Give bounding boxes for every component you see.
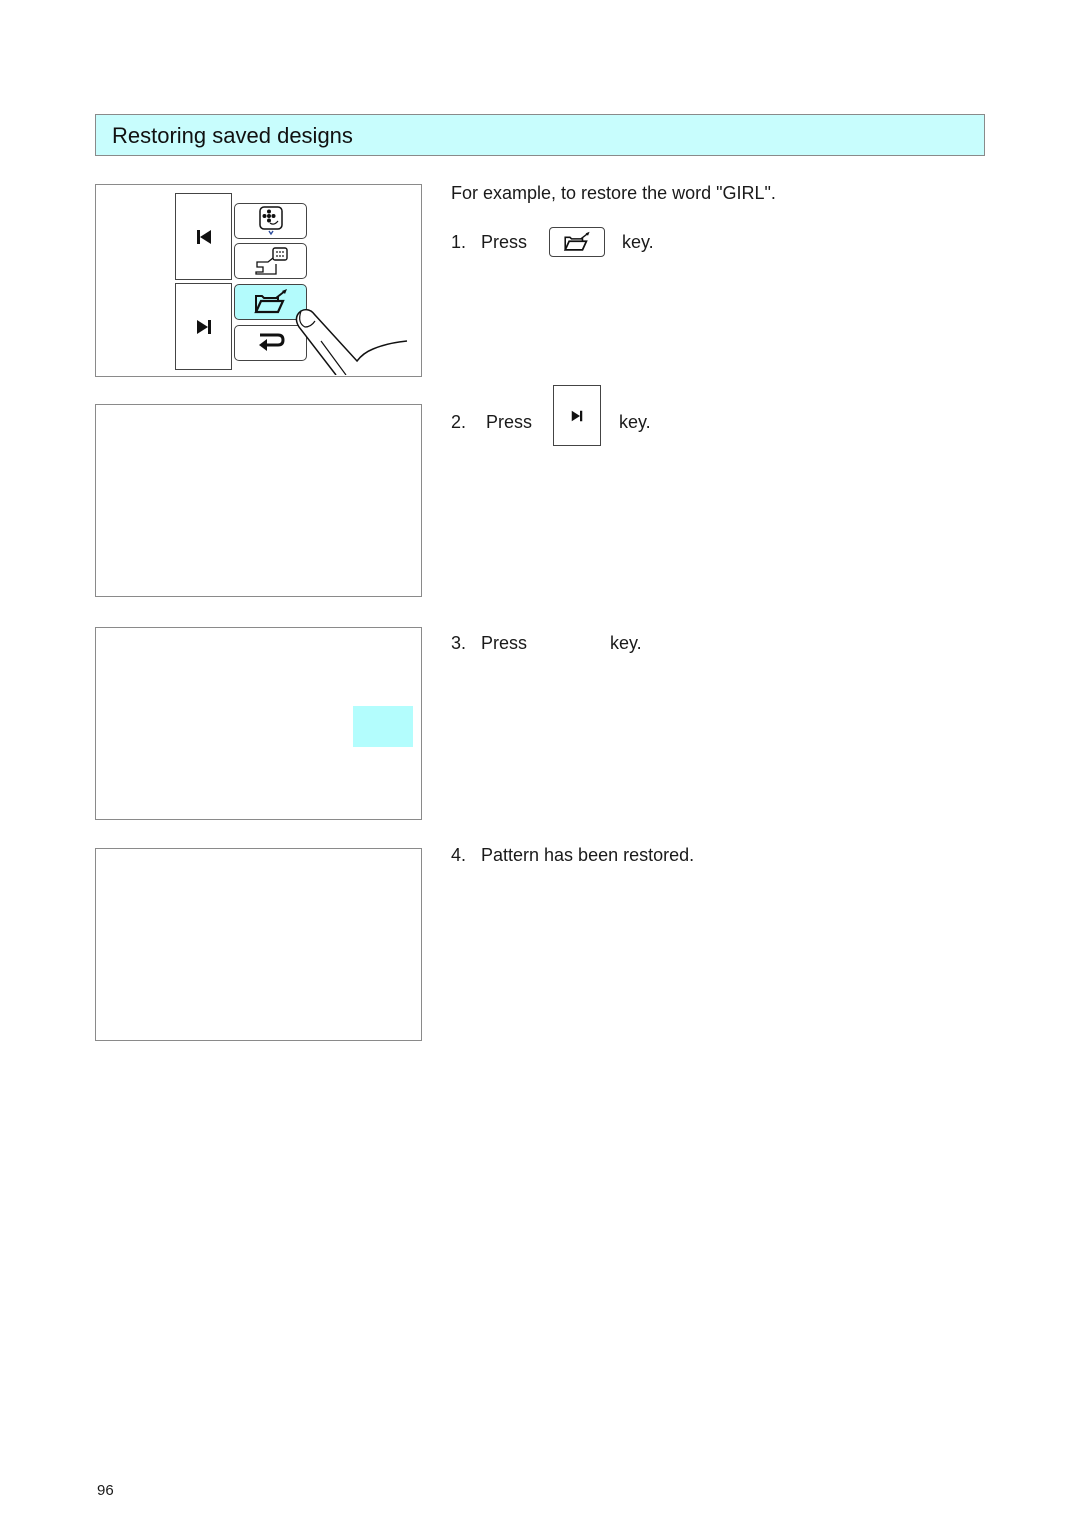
highlighted-key-area[interactable] [353, 706, 413, 747]
step-3-suffix: key. [610, 633, 642, 653]
skip-forward-icon [571, 410, 583, 422]
intro-text: For example, to restore the word "GIRL". [451, 183, 776, 203]
step-2-verb: Press [486, 412, 533, 432]
finger-pointer-icon [295, 308, 408, 375]
skip-forward-key[interactable] [175, 283, 232, 370]
screen-panel-step2 [95, 404, 422, 597]
embroidery-key[interactable] [234, 203, 307, 239]
page-number: 96 [97, 1482, 114, 1499]
section-title-bar: Restoring saved designs [95, 114, 985, 156]
step-1-number: 1. [451, 232, 467, 252]
step-3-verb: Press [481, 633, 528, 653]
step-4-number: 4. [451, 845, 467, 865]
step-1-key [549, 227, 605, 257]
step-3-number: 3. [451, 633, 467, 653]
screen-panel-step4 [95, 848, 422, 1041]
sewing-machine-icon [254, 247, 288, 275]
skip-back-key[interactable] [175, 193, 232, 280]
step-2-number: 2. [451, 412, 467, 432]
skip-forward-icon [196, 319, 211, 334]
embroidery-flower-icon [258, 206, 283, 236]
return-icon [258, 333, 285, 351]
step-1-suffix: key. [622, 232, 654, 252]
skip-back-icon [196, 229, 211, 244]
step-2-key [553, 385, 601, 446]
step-4-text: Pattern has been restored. [481, 845, 695, 865]
step-1-verb: Press [481, 232, 528, 252]
sewing-key[interactable] [234, 243, 307, 279]
folder-open-icon [563, 231, 590, 251]
section-title: Restoring saved designs [112, 123, 353, 148]
screen-panel-step3 [95, 627, 422, 820]
step-2-suffix: key. [619, 412, 651, 432]
folder-open-icon [253, 289, 287, 314]
key-panel-illustration [95, 184, 422, 377]
